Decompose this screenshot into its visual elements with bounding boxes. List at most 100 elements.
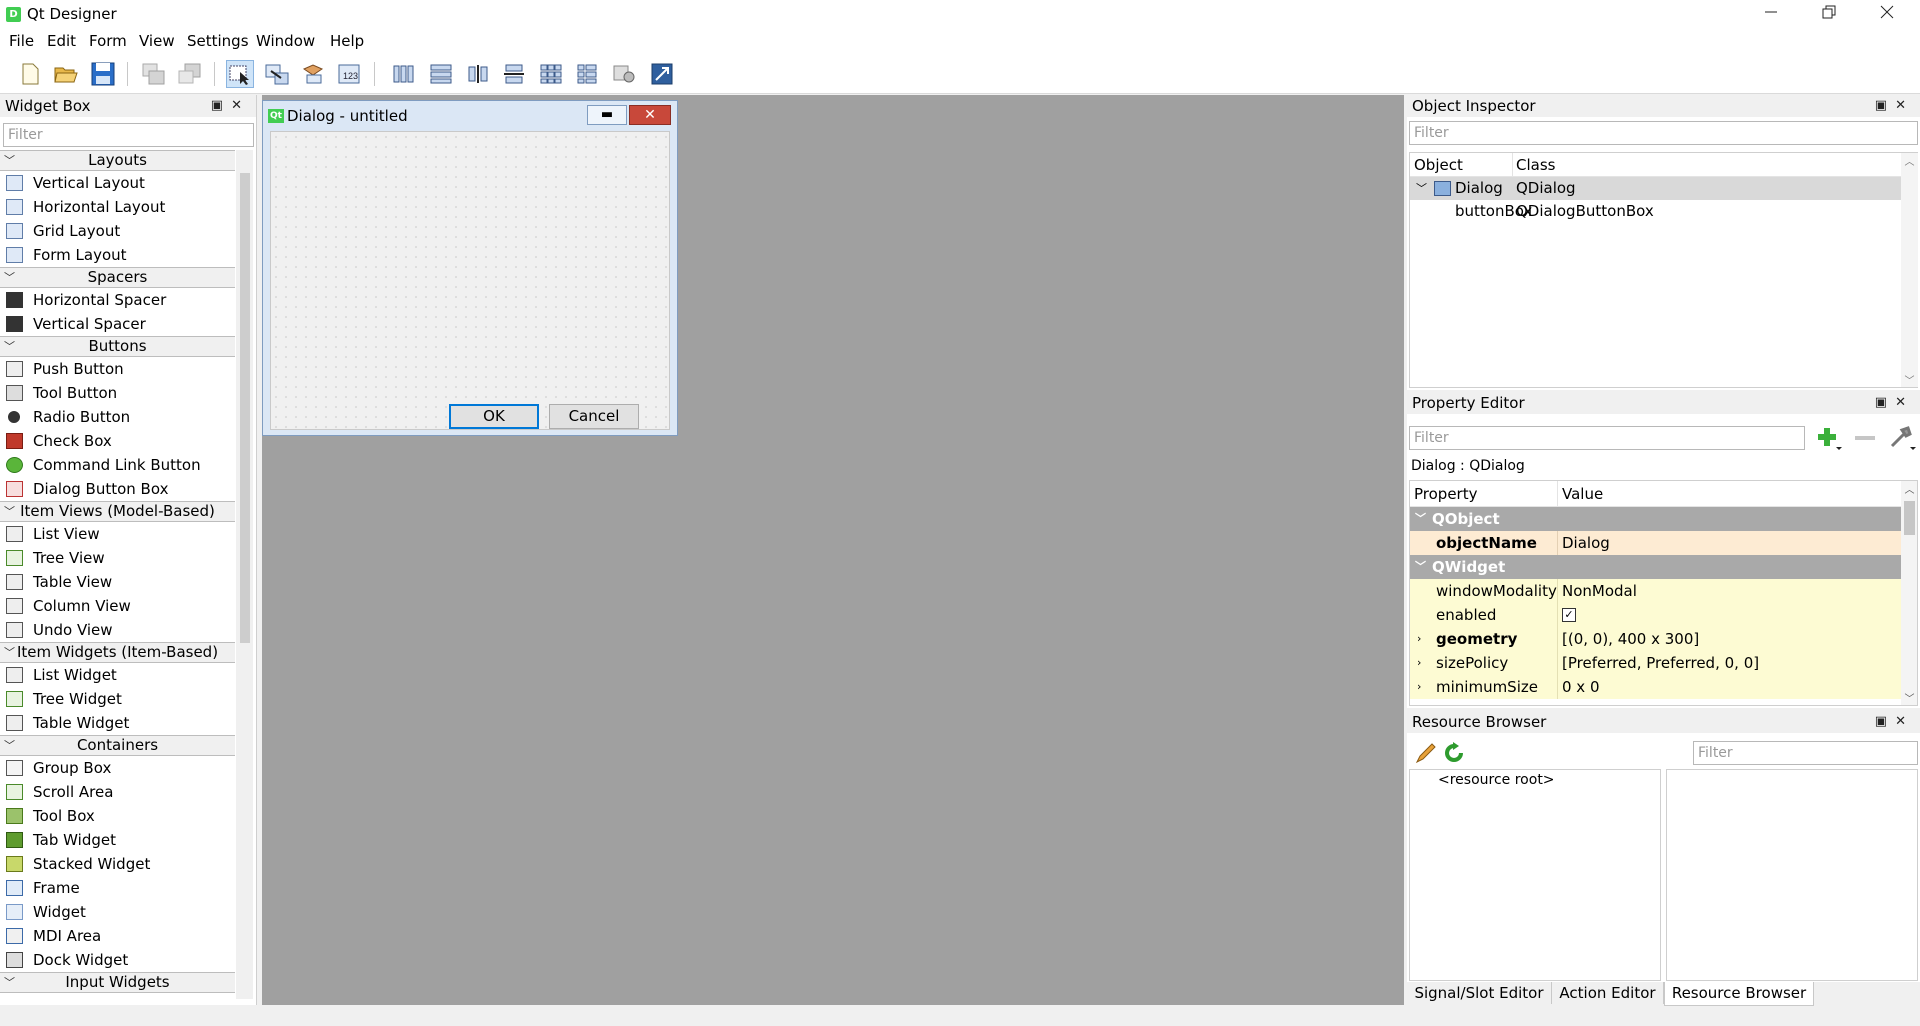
close-icon[interactable]: ✕ bbox=[1895, 98, 1914, 113]
object-column-header[interactable]: Object bbox=[1414, 153, 1463, 177]
widget-check-box[interactable]: Check Box bbox=[0, 429, 235, 453]
property-table-scrollbar[interactable]: ︿ ﹀ bbox=[1901, 481, 1917, 705]
category-buttons[interactable]: ﹀ Buttons bbox=[0, 336, 235, 357]
float-icon[interactable]: ▣ bbox=[1875, 714, 1895, 729]
minimize-button[interactable] bbox=[1742, 0, 1800, 30]
widget-table-widget[interactable]: Table Widget bbox=[0, 711, 235, 735]
property-column-header[interactable]: Property bbox=[1414, 481, 1477, 507]
category-input-widgets[interactable]: ﹀ Input Widgets bbox=[0, 972, 235, 993]
float-icon[interactable]: ▣ bbox=[1875, 98, 1895, 113]
prop-row-geometry[interactable]: › geometry [(0, 0), 400 x 300] bbox=[1410, 627, 1901, 651]
chevron-right-icon[interactable]: › bbox=[1417, 627, 1421, 651]
edit-tab-order-button[interactable]: 123 bbox=[336, 60, 364, 88]
tab-action-editor[interactable]: Action Editor bbox=[1552, 982, 1664, 1004]
property-value[interactable]: 0 x 0 bbox=[1562, 675, 1600, 699]
widget-column-view[interactable]: Column View bbox=[0, 594, 235, 618]
property-value[interactable]: Dialog bbox=[1562, 531, 1610, 555]
widget-horizontal-layout[interactable]: Horizontal Layout bbox=[0, 195, 235, 219]
property-value[interactable]: [Preferred, Preferred, 0, 0] bbox=[1562, 651, 1759, 675]
tab-signal-slot-editor[interactable]: Signal/Slot Editor bbox=[1407, 982, 1552, 1004]
widget-vertical-layout[interactable]: Vertical Layout bbox=[0, 171, 235, 195]
close-icon[interactable]: ✕ bbox=[1895, 395, 1914, 410]
remove-property-button[interactable] bbox=[1851, 425, 1879, 451]
property-editor-filter-input[interactable]: Filter bbox=[1409, 426, 1805, 450]
close-icon[interactable]: ✕ bbox=[231, 98, 250, 113]
break-layout-button[interactable] bbox=[610, 60, 638, 88]
widget-dock-widget[interactable]: Dock Widget bbox=[0, 948, 235, 972]
widget-widget[interactable]: Widget bbox=[0, 900, 235, 924]
edit-buddies-button[interactable] bbox=[299, 60, 327, 88]
tree-row-dialog[interactable]: ﹀ Dialog QDialog bbox=[1410, 177, 1901, 200]
form-close-button[interactable]: ✕ bbox=[629, 105, 671, 125]
widget-frame[interactable]: Frame bbox=[0, 876, 235, 900]
prop-row-windowmodality[interactable]: windowModality NonModal bbox=[1410, 579, 1901, 603]
resource-root-item[interactable]: <resource root> bbox=[1438, 772, 1555, 788]
group-qobject[interactable]: ﹀ QObject bbox=[1410, 507, 1901, 531]
widget-table-view[interactable]: Table View bbox=[0, 570, 235, 594]
menu-form[interactable]: Form bbox=[89, 32, 127, 50]
widget-tree-view[interactable]: Tree View bbox=[0, 546, 235, 570]
bring-front-button[interactable] bbox=[140, 60, 168, 88]
open-button[interactable] bbox=[52, 60, 80, 88]
restore-button[interactable] bbox=[1800, 0, 1858, 30]
chevron-right-icon[interactable]: › bbox=[1417, 651, 1421, 675]
widget-tab-widget[interactable]: Tab Widget bbox=[0, 828, 235, 852]
widget-box-filter-input[interactable]: Filter bbox=[3, 123, 254, 147]
form-window[interactable]: Qt Dialog - untitled ▬ ✕ OK Cancel bbox=[262, 100, 678, 436]
edit-signals-button[interactable] bbox=[263, 60, 291, 88]
form-minimize-button[interactable]: ▬ bbox=[587, 105, 627, 125]
ok-button[interactable]: OK bbox=[449, 404, 539, 429]
scroll-thumb[interactable] bbox=[1904, 501, 1915, 535]
menu-edit[interactable]: Edit bbox=[47, 32, 76, 50]
widget-radio-button[interactable]: Radio Button bbox=[0, 405, 235, 429]
widget-box-scroll-thumb[interactable] bbox=[240, 173, 250, 643]
lay-out-horizontally-button[interactable] bbox=[390, 60, 418, 88]
category-spacers[interactable]: ﹀ Spacers bbox=[0, 267, 235, 288]
scroll-up-icon[interactable]: ︿ bbox=[1901, 481, 1917, 496]
send-back-button[interactable] bbox=[176, 60, 204, 88]
value-column-header[interactable]: Value bbox=[1562, 481, 1603, 507]
widget-dialog-button-box[interactable]: Dialog Button Box bbox=[0, 477, 235, 501]
prop-row-sizepolicy[interactable]: › sizePolicy [Preferred, Preferred, 0, 0… bbox=[1410, 651, 1901, 675]
menu-settings[interactable]: Settings bbox=[187, 32, 249, 50]
tab-resource-browser[interactable]: Resource Browser bbox=[1664, 982, 1814, 1006]
close-button[interactable] bbox=[1858, 0, 1916, 30]
category-item-widgets[interactable]: ﹀ Item Widgets (Item-Based) bbox=[0, 642, 235, 663]
object-inspector-filter-input[interactable]: Filter bbox=[1409, 121, 1918, 145]
menu-help[interactable]: Help bbox=[330, 32, 364, 50]
widget-mdi-area[interactable]: MDI Area bbox=[0, 924, 235, 948]
widget-undo-view[interactable]: Undo View bbox=[0, 618, 235, 642]
splitter-horizontal-button[interactable] bbox=[464, 60, 492, 88]
widget-form-layout[interactable]: Form Layout bbox=[0, 243, 235, 267]
configure-property-button[interactable] bbox=[1887, 425, 1917, 451]
category-layouts[interactable]: ﹀ Layouts bbox=[0, 150, 235, 171]
edit-widgets-button[interactable] bbox=[226, 60, 254, 88]
float-icon[interactable]: ▣ bbox=[211, 98, 231, 113]
form-canvas[interactable]: OK Cancel bbox=[270, 131, 670, 430]
widget-group-box[interactable]: Group Box bbox=[0, 756, 235, 780]
menu-file[interactable]: File bbox=[9, 32, 34, 50]
widget-tool-box[interactable]: Tool Box bbox=[0, 804, 235, 828]
widget-grid-layout[interactable]: Grid Layout bbox=[0, 219, 235, 243]
edit-resources-button[interactable] bbox=[1414, 741, 1438, 765]
widget-list-view[interactable]: List View bbox=[0, 522, 235, 546]
new-form-button[interactable] bbox=[16, 60, 44, 88]
scroll-up-icon[interactable]: ︿ bbox=[1901, 153, 1918, 168]
prop-row-enabled[interactable]: enabled ✓ bbox=[1410, 603, 1901, 627]
float-icon[interactable]: ▣ bbox=[1875, 395, 1895, 410]
prop-row-objectname[interactable]: objectName Dialog bbox=[1410, 531, 1901, 555]
category-containers[interactable]: ﹀ Containers bbox=[0, 735, 235, 756]
resource-filter-input[interactable]: Filter bbox=[1693, 741, 1918, 765]
lay-out-vertically-button[interactable] bbox=[427, 60, 455, 88]
reload-resources-button[interactable] bbox=[1442, 741, 1466, 765]
splitter-vertical-button[interactable] bbox=[500, 60, 528, 88]
property-value[interactable]: NonModal bbox=[1562, 579, 1637, 603]
enabled-checkbox[interactable]: ✓ bbox=[1562, 608, 1576, 622]
widget-push-button[interactable]: Push Button bbox=[0, 357, 235, 381]
chevron-right-icon[interactable]: › bbox=[1417, 675, 1421, 699]
prop-row-minimumsize[interactable]: › minimumSize 0 x 0 bbox=[1410, 675, 1901, 699]
widget-tree-widget[interactable]: Tree Widget bbox=[0, 687, 235, 711]
category-item-views[interactable]: ﹀ Item Views (Model-Based) bbox=[0, 501, 235, 522]
widget-vertical-spacer[interactable]: Vertical Spacer bbox=[0, 312, 235, 336]
object-tree-scrollbar[interactable]: ︿ ﹀ bbox=[1901, 153, 1918, 387]
